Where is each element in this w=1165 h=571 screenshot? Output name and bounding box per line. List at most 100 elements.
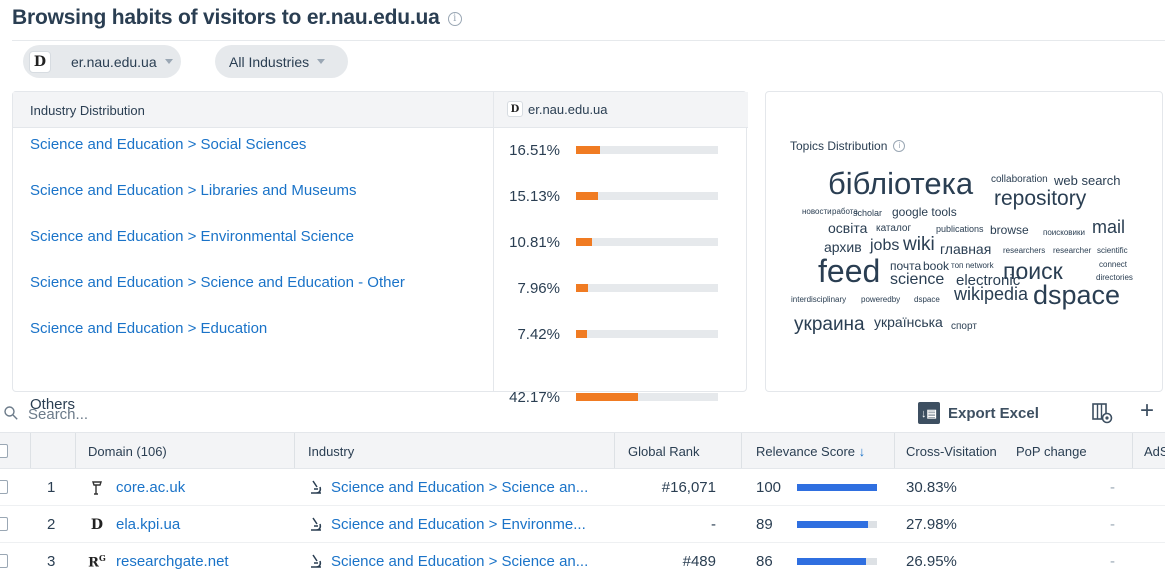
cross-visitation: 26.95% bbox=[906, 553, 957, 570]
topic-word: освіта bbox=[828, 220, 868, 236]
industry-share-bar bbox=[576, 238, 718, 246]
industry-share-bar bbox=[576, 146, 718, 154]
industry-share-bar-fill bbox=[576, 284, 588, 292]
table-header: Domain (106) Industry Global Rank Releva… bbox=[0, 432, 1165, 469]
topic-word: спорт bbox=[951, 321, 977, 332]
col-header-cross-visitation[interactable]: Cross-Visitation bbox=[906, 444, 1000, 459]
topic-word: researcher bbox=[1053, 246, 1092, 255]
industry-row[interactable]: Science and Education > Libraries and Mu… bbox=[13, 176, 748, 222]
topics-word-cloud: бібліотека collaboration web search reposit… bbox=[766, 92, 1162, 391]
industry-row[interactable]: Science and Education > Science and Educ… bbox=[13, 268, 748, 314]
column-divider bbox=[75, 433, 76, 468]
topic-word: interdisciplinary bbox=[791, 295, 847, 304]
column-divider bbox=[1132, 433, 1133, 468]
microscope-icon bbox=[311, 554, 322, 568]
arrow-down-icon: ↓ bbox=[858, 444, 866, 459]
topic-word: новости bbox=[802, 207, 832, 216]
col-header-domain[interactable]: Domain (106) bbox=[88, 444, 167, 459]
industry-share-bar bbox=[576, 284, 718, 292]
topic-word: collaboration bbox=[991, 174, 1048, 185]
topic-word: українська bbox=[874, 314, 943, 330]
col-header-adsense[interactable]: AdSense bbox=[1144, 444, 1165, 459]
industry-row[interactable]: Science and Education > Environmental Sc… bbox=[13, 222, 748, 268]
relevance-bar bbox=[797, 558, 877, 565]
table-row[interactable]: 2 Dela.kpi.ua Science and Education > Envi… bbox=[0, 506, 1165, 543]
table-row[interactable]: 1 core.ac.uk Science and Education > Scien… bbox=[0, 469, 1165, 506]
global-rank: #489 bbox=[682, 553, 716, 570]
topic-word: browse bbox=[990, 223, 1029, 237]
industry-share: 16.51% bbox=[509, 142, 560, 159]
topic-word: publications bbox=[936, 224, 984, 234]
topics-panel: Topics Distribution i бібліотека collabor… bbox=[765, 91, 1163, 392]
topic-word: главная bbox=[940, 241, 992, 257]
column-divider bbox=[294, 433, 295, 468]
row-checkbox[interactable] bbox=[0, 480, 8, 494]
industry-name[interactable]: Science and Education > Science and Educ… bbox=[30, 274, 405, 291]
global-rank: - bbox=[711, 516, 716, 533]
industry-row[interactable]: Science and Education > Social Sciences 1… bbox=[13, 130, 748, 176]
industry-link[interactable]: Science and Education > Environme... bbox=[331, 516, 586, 533]
industry-row[interactable]: Science and Education > Education 7.42% bbox=[13, 314, 748, 360]
industry-link[interactable]: Science and Education > Science an... bbox=[331, 553, 588, 570]
industry-name[interactable]: Science and Education > Social Sciences bbox=[30, 136, 306, 153]
global-rank: #16,071 bbox=[661, 479, 716, 496]
topic-word: connect bbox=[1099, 260, 1128, 269]
col-header-global-rank[interactable]: Global Rank bbox=[628, 444, 700, 459]
relevance-bar-fill bbox=[797, 521, 868, 528]
industry-selector[interactable]: All Industries bbox=[215, 45, 348, 78]
col-header-industry[interactable]: Industry bbox=[308, 444, 354, 459]
table-toolbar: ↓▤ Export Excel + bbox=[0, 397, 1165, 431]
microscope-icon bbox=[311, 480, 322, 494]
industry-name[interactable]: Science and Education > Environmental Sc… bbox=[30, 228, 354, 245]
topic-word: топ network bbox=[951, 261, 994, 270]
column-divider bbox=[30, 433, 31, 468]
search-input[interactable] bbox=[28, 402, 428, 426]
topic-word: wikipedia bbox=[954, 284, 1029, 304]
info-icon[interactable]: i bbox=[447, 12, 462, 26]
export-excel-button[interactable]: ↓▤ Export Excel bbox=[918, 402, 1039, 424]
col-header-pop-change[interactable]: PoP change bbox=[1016, 444, 1087, 459]
topic-word: poweredby bbox=[861, 295, 901, 304]
column-settings-icon[interactable] bbox=[1090, 401, 1114, 425]
topic-word: каталог bbox=[876, 223, 912, 234]
site-selector[interactable]: D er.nau.edu.ua bbox=[23, 45, 181, 78]
relevance-score: 89 bbox=[756, 516, 773, 533]
industry-share-bar-fill bbox=[576, 238, 592, 246]
industry-distribution-title: Industry Distribution bbox=[30, 103, 145, 118]
topic-word: repository bbox=[994, 187, 1087, 210]
relevance-score: 100 bbox=[756, 479, 782, 496]
topic-word: dspace bbox=[1033, 280, 1121, 310]
site-favicon-icon: D bbox=[507, 101, 523, 117]
row-number: 2 bbox=[47, 516, 56, 533]
row-checkbox[interactable] bbox=[0, 554, 8, 568]
relevance-bar-fill bbox=[797, 558, 866, 565]
industry-link[interactable]: Science and Education > Science an... bbox=[331, 479, 588, 496]
site-column-header: D er.nau.edu.ua bbox=[507, 101, 608, 117]
industry-name[interactable]: Science and Education > Education bbox=[30, 320, 267, 337]
microscope-icon bbox=[311, 517, 322, 531]
domain-link[interactable]: core.ac.uk bbox=[116, 479, 185, 496]
industry-name[interactable]: Science and Education > Libraries and Mu… bbox=[30, 182, 356, 199]
researchgate-icon: RG bbox=[88, 553, 106, 571]
col-header-relevance-label: Relevance Score bbox=[756, 444, 855, 459]
domain-link[interactable]: ela.kpi.ua bbox=[116, 516, 180, 533]
industry-share: 7.42% bbox=[517, 326, 560, 343]
row-checkbox[interactable] bbox=[0, 517, 8, 531]
pop-change: - bbox=[1110, 553, 1115, 570]
plus-icon[interactable]: + bbox=[1140, 399, 1154, 423]
relevance-bar-fill bbox=[797, 484, 877, 491]
domain-link[interactable]: researchgate.net bbox=[116, 553, 229, 570]
chevron-down-icon bbox=[164, 59, 173, 64]
table-row[interactable]: 3 RG researchgate.net Science and Education… bbox=[0, 543, 1165, 571]
industry-distribution-header: Industry Distribution D er.nau.edu.ua bbox=[13, 92, 748, 128]
topic-word: mail bbox=[1092, 217, 1126, 237]
select-all-checkbox[interactable] bbox=[0, 444, 8, 458]
core-logo-icon bbox=[88, 479, 106, 497]
topic-word: поисковики bbox=[1043, 228, 1085, 237]
industry-share-bar bbox=[576, 330, 718, 338]
industry-share: 10.81% bbox=[509, 234, 560, 251]
col-header-relevance[interactable]: Relevance Score ↓ bbox=[756, 444, 865, 459]
chevron-down-icon bbox=[317, 59, 326, 64]
topic-word: scientific bbox=[1097, 246, 1128, 255]
title-divider bbox=[12, 40, 1165, 41]
